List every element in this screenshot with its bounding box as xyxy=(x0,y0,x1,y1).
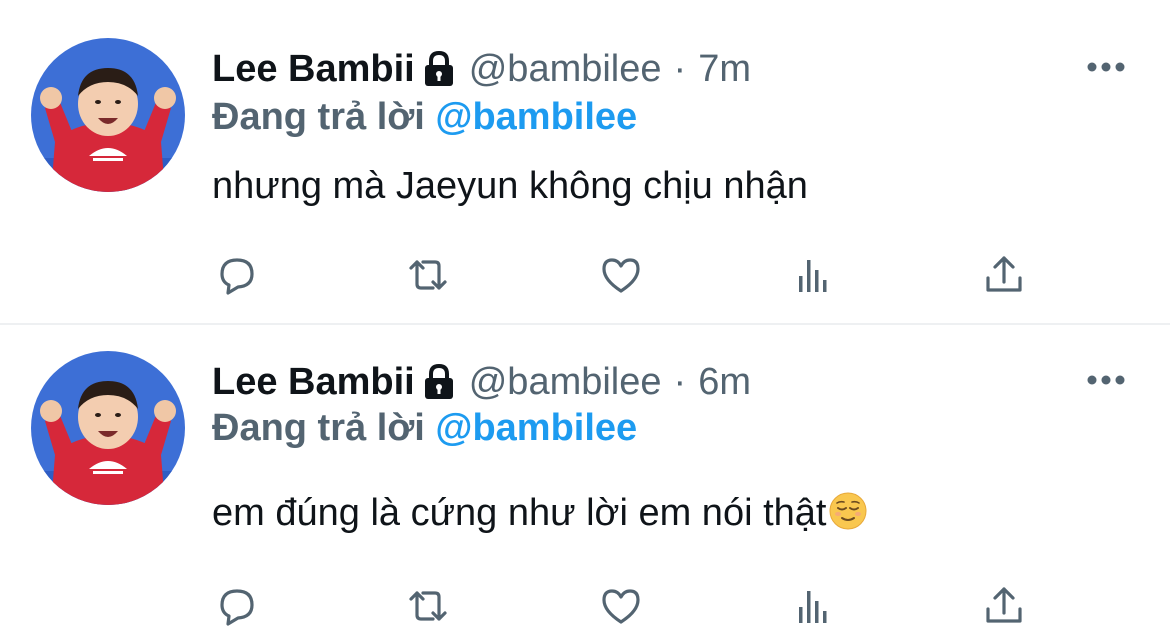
more-icon[interactable] xyxy=(1086,60,1126,72)
avatar[interactable] xyxy=(31,351,185,505)
tweet[interactable]: Lee Bambii @bambilee · 7m Đang trả lời @… xyxy=(0,0,1170,323)
display-name[interactable]: Lee Bambii xyxy=(212,361,415,404)
tweet-header: Lee Bambii @bambilee · 7m xyxy=(212,44,751,94)
timestamp[interactable]: 7m xyxy=(698,48,751,91)
replying-to-label: Đang trả lời xyxy=(212,407,425,449)
tweet-actions xyxy=(0,581,1170,631)
stats-icon xyxy=(799,260,827,292)
user-handle[interactable]: @bambilee xyxy=(469,361,662,404)
lock-icon xyxy=(421,50,457,88)
tweet[interactable]: Lee Bambii @bambilee · 6m Đang trả lời @… xyxy=(0,325,1170,643)
separator-dot: · xyxy=(673,47,687,90)
like-button[interactable] xyxy=(596,250,646,300)
view-stats-button[interactable] xyxy=(788,581,838,631)
share-button[interactable] xyxy=(979,581,1029,631)
replying-to-label: Đang trả lời xyxy=(212,96,425,138)
replying-to-mention[interactable]: @bambilee xyxy=(435,96,637,138)
share-icon xyxy=(986,587,1022,623)
reply-icon xyxy=(220,589,254,626)
lock-icon xyxy=(421,363,457,401)
timeline-feed: Lee Bambii @bambilee · 7m Đang trả lời @… xyxy=(0,0,1170,643)
replying-to-mention[interactable]: @bambilee xyxy=(435,407,637,449)
timestamp[interactable]: 6m xyxy=(698,361,751,404)
user-handle[interactable]: @bambilee xyxy=(469,48,662,91)
replying-to: Đang trả lời @bambilee xyxy=(212,96,637,139)
retweet-button[interactable] xyxy=(403,250,453,300)
more-icon[interactable] xyxy=(1086,373,1126,385)
relieved-face-emoji xyxy=(828,491,868,531)
tweet-text-content: em đúng là cứng như lời em nói thật xyxy=(212,492,827,534)
tweet-text: em đúng là cứng như lời em nói thật xyxy=(212,491,868,535)
display-name[interactable]: Lee Bambii xyxy=(212,48,415,91)
reply-button[interactable] xyxy=(212,250,262,300)
avatar[interactable] xyxy=(31,38,185,192)
share-button[interactable] xyxy=(979,250,1029,300)
stats-icon xyxy=(799,591,827,623)
like-button[interactable] xyxy=(596,581,646,631)
tweet-header: Lee Bambii @bambilee · 6m xyxy=(212,357,751,407)
reply-button[interactable] xyxy=(212,581,262,631)
like-icon xyxy=(602,589,640,624)
tweet-actions xyxy=(0,250,1170,300)
separator-dot: · xyxy=(673,360,687,403)
like-icon xyxy=(602,258,640,293)
retweet-icon xyxy=(409,591,447,621)
share-icon xyxy=(986,256,1022,292)
retweet-icon xyxy=(409,260,447,290)
reply-icon xyxy=(220,258,254,295)
retweet-button[interactable] xyxy=(403,581,453,631)
replying-to: Đang trả lời @bambilee xyxy=(212,407,637,450)
tweet-text: nhưng mà Jaeyun không chịu nhận xyxy=(212,165,808,207)
view-stats-button[interactable] xyxy=(788,250,838,300)
